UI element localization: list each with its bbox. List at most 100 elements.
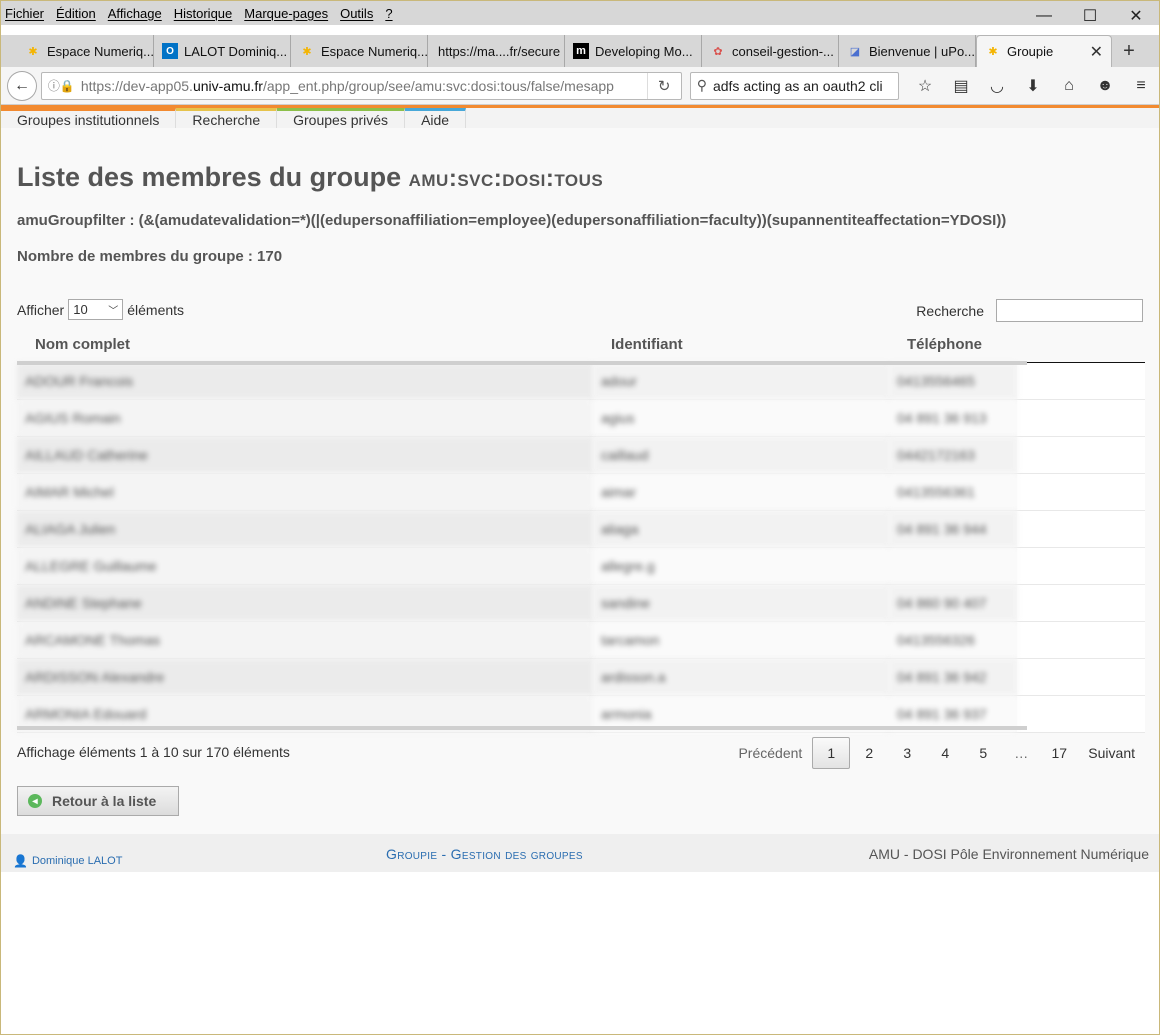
minimize-icon[interactable]: — — [1021, 1, 1067, 31]
group-filter: amuGroupfilter : (&(amudatevalidation=*)… — [17, 212, 1007, 229]
tab-label: Developing Mo... — [595, 43, 693, 59]
page-button-1[interactable]: 1 — [812, 737, 851, 769]
tab-groupie[interactable]: ✱ Groupie ✕ — [976, 35, 1112, 67]
star-icon[interactable]: ☆ — [907, 71, 943, 101]
app-navigation: Groupes institutionnels Recherche Groupe… — [1, 108, 1159, 128]
download-icon[interactable]: ⬇ — [1015, 71, 1051, 101]
member-count: Nombre de membres du groupe : 170 — [17, 248, 283, 265]
cell-phone: 0413556326 — [889, 621, 1017, 659]
nav-recherche[interactable]: Recherche — [176, 108, 278, 128]
tab-uportal[interactable]: ◪ Bienvenue | uPo... — [839, 35, 976, 67]
smiley-icon[interactable]: ☻ — [1087, 71, 1123, 101]
amu-star-icon: ✱ — [28, 45, 38, 58]
column-identifiant[interactable]: Identifiant — [593, 328, 889, 363]
table-footer-shadow — [17, 726, 1027, 730]
page-length-select[interactable]: 10 ﹀ — [68, 299, 124, 320]
cell-name: ARDISSON Alexandre — [17, 658, 593, 696]
cell-name: ALLEGRE Guillaume — [17, 547, 593, 585]
site-info-icon[interactable]: ⓘ🔒 — [48, 77, 75, 94]
back-arrow-icon[interactable]: ← — [7, 70, 37, 101]
tab-espace-numerique-1[interactable]: ✱ Espace Numeriq... — [17, 35, 154, 67]
app-name-link[interactable]: Groupie - Gestion des groupes — [386, 846, 583, 862]
page-button-17[interactable]: 17 — [1040, 737, 1078, 769]
column-nom-complet[interactable]: Nom complet — [17, 328, 593, 363]
search-icon: ⚲ — [696, 77, 707, 93]
close-tab-icon[interactable]: ✕ — [1090, 42, 1103, 62]
flower-icon: ✿ — [713, 45, 723, 58]
table-row[interactable]: AILLAUD Catherine caillaud 0442172163 — [17, 436, 1145, 474]
page-button-3[interactable]: 3 — [888, 737, 926, 769]
table-row[interactable]: ARCAMONE Thomas tarcamon 0413556326 — [17, 621, 1145, 659]
reading-list-icon[interactable]: ▤ — [943, 71, 979, 101]
table-row[interactable]: AGIUS Romain agius 04 891 36 913 — [17, 399, 1145, 437]
nav-groupes-prives[interactable]: Groupes privés — [277, 108, 406, 128]
cell-empty — [1017, 547, 1145, 585]
page-button-2[interactable]: 2 — [850, 737, 888, 769]
tab-label: Espace Numeriq... — [321, 43, 428, 59]
cell-name: ALIAGA Julien — [17, 510, 593, 548]
menu-marque-pages[interactable]: Marque-pages — [244, 6, 328, 21]
column-telephone[interactable]: Téléphone — [889, 328, 1017, 363]
pagination-next[interactable]: Suivant — [1078, 737, 1145, 769]
pocket-icon[interactable]: ◡ — [979, 71, 1015, 101]
cell-name: ANDINE Stephane — [17, 584, 593, 622]
tab-outlook[interactable]: O LALOT Dominiq... — [154, 35, 291, 67]
cell-empty — [1017, 399, 1145, 437]
pagination-info: Affichage éléments 1 à 10 sur 170 élémen… — [17, 744, 290, 760]
cell-id: aliaga — [593, 510, 889, 548]
tab-label: Bienvenue | uPo... — [869, 43, 976, 59]
menu-edition[interactable]: Édition — [56, 6, 96, 21]
back-to-list-button[interactable]: ◂ Retour à la liste — [17, 786, 179, 816]
user-icon: 👤 — [13, 854, 28, 868]
close-window-icon[interactable]: ✕ — [1113, 1, 1159, 31]
cell-empty — [1017, 436, 1145, 474]
new-tab-button[interactable]: + — [1112, 35, 1146, 67]
length-prefix: Afficher — [17, 301, 65, 318]
user-name: Dominique LALOT — [31, 855, 123, 867]
page-button-5[interactable]: 5 — [964, 737, 1002, 769]
tab-label: https://ma....fr/secure — [438, 43, 561, 59]
cell-phone: 04 891 36 942 — [889, 658, 1017, 696]
maximize-icon[interactable]: ☐ — [1067, 1, 1113, 31]
tab-secure[interactable]: https://ma....fr/secure — [428, 35, 565, 67]
cell-id: allegre.g — [593, 547, 889, 585]
cell-id: agius — [593, 399, 889, 437]
table-row[interactable]: ADOUR Francois adour 0413556465 — [17, 362, 1145, 400]
cell-empty — [1017, 473, 1145, 511]
nav-groupes-institutionnels[interactable]: Groupes institutionnels — [1, 108, 177, 128]
menu-bar: Fichier Édition Affichage Historique Mar… — [1, 1, 1159, 25]
cell-id: tarcamon — [593, 621, 889, 659]
nav-aide[interactable]: Aide — [405, 108, 467, 128]
cell-phone — [889, 547, 1017, 585]
menu-outils[interactable]: Outils — [340, 6, 373, 21]
tab-developing[interactable]: m Developing Mo... — [565, 35, 702, 67]
m-logo-icon: m — [573, 43, 589, 59]
amu-star-icon: ✱ — [988, 46, 998, 58]
search-input[interactable] — [996, 299, 1143, 322]
table-row[interactable]: AIMAR Michel aimar 0413556361 — [17, 473, 1145, 511]
url-text: https://dev-app05.univ-amu.fr/app_ent.ph… — [80, 77, 614, 94]
browser-window: Fichier Édition Affichage Historique Mar… — [0, 0, 1160, 1035]
table-row[interactable]: ANDINE Stephane sandine 04 860 90 407 — [17, 584, 1145, 622]
pagination-previous[interactable]: Précédent — [728, 737, 812, 769]
menu-historique[interactable]: Historique — [174, 6, 233, 21]
tab-label: LALOT Dominiq... — [184, 43, 288, 59]
table-row[interactable]: ALLEGRE Guillaume allegre.g — [17, 547, 1145, 585]
column-spacer — [1017, 328, 1145, 363]
tab-conseil-gestion[interactable]: ✿ conseil-gestion-... — [702, 35, 839, 67]
home-icon[interactable]: ⌂ — [1051, 71, 1087, 101]
cell-name: AIMAR Michel — [17, 473, 593, 511]
menu-help[interactable]: ? — [385, 6, 392, 21]
browser-search-field[interactable]: ⚲ adfs acting as an oauth2 cli — [689, 71, 899, 100]
table-row[interactable]: ARDISSON Alexandre ardisson.a 04 891 36 94… — [17, 658, 1145, 696]
menu-icon[interactable]: ≡ — [1123, 71, 1159, 101]
user-link[interactable]: 👤 Dominique LALOT — [13, 854, 122, 868]
url-bar[interactable]: ⓘ🔒 https://dev-app05.univ-amu.fr/app_ent… — [40, 71, 682, 100]
page-button-4[interactable]: 4 — [926, 737, 964, 769]
reload-icon[interactable]: ↻ — [646, 72, 681, 99]
menu-affichage[interactable]: Affichage — [108, 6, 162, 21]
organization-label: AMU - DOSI Pôle Environnement Numérique — [868, 846, 1149, 862]
menu-fichier[interactable]: Fichier — [5, 6, 44, 21]
table-row[interactable]: ALIAGA Julien aliaga 04 891 36 944 — [17, 510, 1145, 548]
tab-espace-numerique-2[interactable]: ✱ Espace Numeriq... — [291, 35, 428, 67]
